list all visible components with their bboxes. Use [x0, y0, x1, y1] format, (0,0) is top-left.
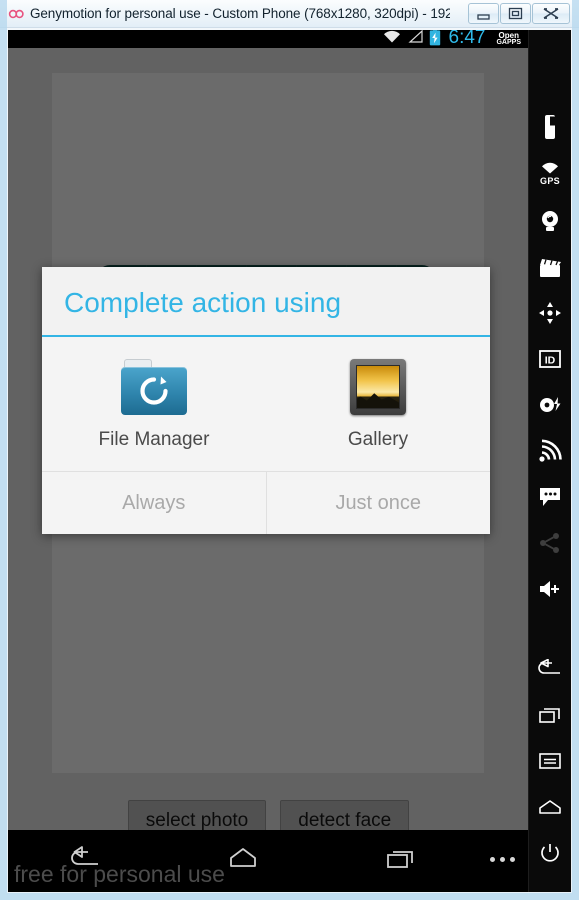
close-icon[interactable]: [532, 3, 570, 24]
dialog-options-list: File Manager Gallery: [42, 337, 490, 471]
opengapps-logo-icon: Open GAPPS: [496, 31, 521, 47]
android-status-bar: 6:47 Open GAPPS: [8, 30, 529, 48]
volume-icon[interactable]: [529, 566, 571, 612]
gallery-icon: [350, 359, 406, 415]
always-button[interactable]: Always: [42, 472, 266, 534]
device-display[interactable]: 6:47 Open GAPPS select photo detect face: [8, 30, 529, 892]
resolver-item-gallery[interactable]: Gallery: [266, 359, 490, 451]
watermark-text: free for personal use: [14, 861, 225, 887]
genymotion-window: Genymotion for personal use - Custom Pho…: [0, 0, 579, 900]
resolver-label-gallery: Gallery: [347, 429, 409, 450]
network-icon[interactable]: [529, 428, 571, 474]
dialog-title-bar: Complete action using: [42, 267, 490, 337]
camera-icon[interactable]: [529, 198, 571, 244]
wifi-icon: [382, 30, 402, 49]
file-manager-icon: [121, 359, 187, 415]
disk-io-icon[interactable]: [529, 382, 571, 428]
status-bar-clock: 6:47: [448, 30, 486, 48]
emulator-screen: 6:47 Open GAPPS select photo detect face: [8, 30, 571, 892]
home-icon[interactable]: [221, 844, 265, 879]
video-capture-icon[interactable]: [529, 244, 571, 290]
dialog-title: Complete action using: [64, 287, 342, 318]
window-title-bar[interactable]: Genymotion for personal use - Custom Pho…: [0, 0, 579, 28]
complete-action-dialog: Complete action using File Manager Galle…: [42, 267, 490, 534]
identifiers-icon[interactable]: ID: [529, 336, 571, 382]
recents-icon[interactable]: [529, 692, 571, 738]
recents-icon[interactable]: [378, 844, 422, 879]
svg-text:ID: ID: [545, 355, 556, 367]
dialog-footer: Always Just once: [42, 471, 490, 534]
home-icon[interactable]: [529, 784, 571, 830]
maximize-icon[interactable]: [500, 3, 531, 24]
resolver-label-file-manager: File Manager: [98, 429, 210, 450]
minimize-icon[interactable]: [468, 3, 499, 24]
gps-icon[interactable]: GPS: [529, 150, 571, 196]
sms-icon[interactable]: [529, 474, 571, 520]
back-icon[interactable]: [529, 646, 571, 692]
genymotion-toolbar: GPS ID: [528, 30, 571, 892]
status-bar-icons: 6:47 Open GAPPS: [382, 30, 521, 49]
window-title: Genymotion for personal use - Custom Pho…: [30, 6, 450, 21]
power-icon[interactable]: [529, 830, 571, 876]
rotation-icon[interactable]: [529, 290, 571, 336]
just-once-button[interactable]: Just once: [265, 472, 491, 534]
battery-icon[interactable]: [529, 104, 571, 150]
android-nav-bar: free for personal use: [8, 830, 529, 892]
genymotion-logo-icon: [8, 7, 24, 21]
opengapps-line2: GAPPS: [496, 39, 521, 46]
overflow-dots-icon[interactable]: [490, 857, 515, 862]
menu-icon[interactable]: [529, 738, 571, 784]
opengapps-line1: Open: [498, 31, 519, 40]
share-icon[interactable]: [529, 520, 571, 566]
more-icon[interactable]: [529, 876, 571, 892]
resolver-item-file-manager[interactable]: File Manager: [42, 359, 266, 451]
signal-icon: [407, 30, 424, 49]
